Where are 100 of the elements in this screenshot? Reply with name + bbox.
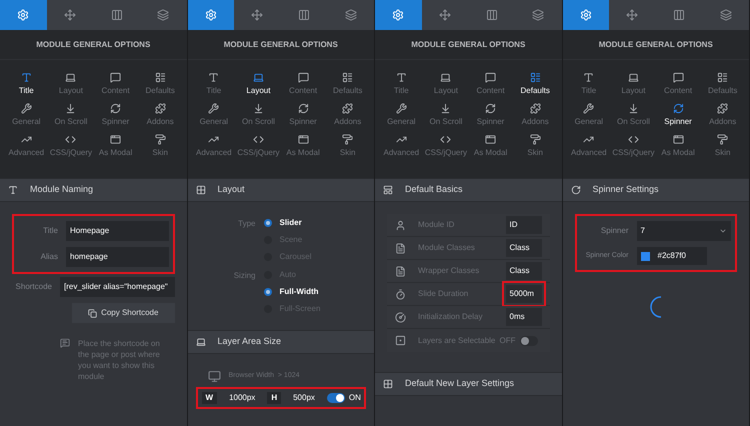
option-tab[interactable]: Spinner	[93, 103, 138, 128]
option-tab[interactable]: Spinner	[468, 103, 513, 128]
option-tab[interactable]: As Modal	[93, 134, 138, 159]
panel-tab[interactable]	[188, 0, 234, 30]
download-icon	[65, 103, 76, 114]
section-header[interactable]: Spinner Settings	[562, 178, 749, 202]
option-tab[interactable]: Addons	[512, 103, 558, 128]
option-tab[interactable]: Advanced	[379, 134, 424, 159]
copy-icon	[88, 308, 98, 318]
section-header[interactable]: Default New Layer Settings	[375, 372, 562, 396]
setting-value-field[interactable]: 0ms	[506, 308, 542, 326]
option-tab[interactable]: As Modal	[468, 134, 513, 159]
option-tab[interactable]: On Scroll	[611, 103, 656, 128]
option-tab[interactable]: Addons	[138, 103, 182, 128]
toggle-switch[interactable]	[326, 393, 345, 403]
option-tab[interactable]: Addons	[325, 103, 370, 128]
section-header[interactable]: Default Basics	[375, 178, 562, 202]
option-tab[interactable]: Advanced	[192, 134, 236, 159]
section-header[interactable]: Module Naming	[0, 178, 186, 202]
section-header[interactable]: Layer Area Size	[188, 330, 374, 354]
settings-icon	[580, 9, 592, 21]
setting-value-field[interactable]: 5000m	[506, 285, 542, 303]
option-tab[interactable]: Content	[93, 72, 138, 97]
option-tab[interactable]: Layout	[611, 72, 656, 97]
option-tab[interactable]: Skin	[325, 134, 370, 159]
option-tab[interactable]: Skin	[700, 134, 745, 159]
option-tab[interactable]: On Scroll	[236, 103, 281, 128]
spinner-select[interactable]: 7	[636, 221, 731, 241]
move-icon	[626, 9, 638, 21]
note-text: Place the shortcode on the page or post where you want to show this module	[78, 338, 161, 382]
code-icon	[252, 134, 264, 145]
option-tab[interactable]: As Modal	[280, 134, 326, 159]
option-tab[interactable]: General	[4, 103, 49, 128]
note-icon	[60, 338, 70, 348]
option-tab[interactable]: Spinner	[656, 103, 700, 128]
option-tab[interactable]: Defaults	[512, 72, 558, 97]
option-tab[interactable]: Defaults	[325, 72, 370, 97]
download-icon	[628, 103, 639, 114]
columns-icon	[673, 9, 686, 21]
option-tab[interactable]: Defaults	[700, 72, 745, 97]
width-field[interactable]: 1000px	[221, 392, 264, 404]
option-tab[interactable]: Content	[280, 72, 326, 97]
option-tab[interactable]: Defaults	[138, 72, 182, 97]
option-tab[interactable]: Content	[656, 72, 700, 97]
option-tab[interactable]: Advanced	[4, 134, 49, 159]
option-tab[interactable]: As Modal	[656, 134, 700, 159]
caret-icon	[719, 227, 727, 235]
paint-roller-icon	[717, 134, 728, 145]
setting-value-field[interactable]: Class	[506, 262, 542, 280]
option-tab[interactable]: General	[566, 103, 612, 128]
code-icon	[628, 134, 639, 145]
download-icon	[440, 103, 452, 114]
refresh-icon	[110, 103, 122, 114]
chat-icon	[110, 72, 122, 83]
option-tab[interactable]: CSS/jQuery	[611, 134, 656, 159]
setting-value-field[interactable]: Class	[506, 239, 542, 257]
radio-option[interactable]: Slider	[264, 217, 312, 229]
option-tab[interactable]: Skin	[512, 134, 558, 159]
option-tab[interactable]: On Scroll	[48, 103, 94, 128]
option-tab[interactable]: Advanced	[566, 134, 612, 159]
panel-icon	[383, 185, 393, 195]
option-tab[interactable]: CSS/jQuery	[424, 134, 468, 159]
text-icon	[396, 72, 407, 83]
radio-option[interactable]: Full-Width	[264, 286, 320, 298]
text-field[interactable]: [rev_slider alias="homepage"	[60, 277, 174, 297]
text-field[interactable]: homepage	[66, 247, 168, 267]
field-label: Title	[42, 225, 58, 237]
text-field[interactable]: Homepage	[66, 221, 168, 241]
option-tab[interactable]: Content	[468, 72, 513, 97]
option-tab[interactable]: Title	[379, 72, 424, 97]
layers-icon	[720, 9, 732, 21]
section-header[interactable]: Layout	[188, 178, 374, 202]
refresh-icon	[570, 185, 580, 195]
copy-shortcode-button[interactable]: Copy Shortcode	[72, 303, 174, 323]
option-tab[interactable]: Layout	[424, 72, 468, 97]
option-tab[interactable]: Addons	[700, 103, 745, 128]
paint-roller-icon	[342, 134, 354, 145]
option-tab[interactable]: Title	[566, 72, 612, 97]
option-tab[interactable]: General	[379, 103, 424, 128]
option-tab[interactable]: Layout	[48, 72, 94, 97]
height-field[interactable]: 500px	[285, 392, 323, 404]
toggle-label: ON	[348, 392, 361, 404]
option-tab[interactable]: Skin	[138, 134, 182, 159]
option-tab[interactable]: General	[192, 103, 236, 128]
panel-tab[interactable]	[562, 0, 610, 30]
laptop-icon	[628, 72, 639, 83]
window-icon	[485, 134, 496, 145]
setting-value-field[interactable]: ID	[506, 216, 542, 234]
color-field[interactable]: #2c87f0	[636, 247, 706, 265]
grid-icon	[383, 379, 393, 389]
setting-label: Module ID	[418, 219, 456, 231]
option-tab[interactable]: On Scroll	[424, 103, 468, 128]
toggle-switch[interactable]	[520, 336, 538, 346]
option-tab[interactable]: Title	[4, 72, 49, 97]
option-tab[interactable]: Layout	[236, 72, 281, 97]
chat-icon	[298, 72, 309, 83]
option-tab[interactable]: CSS/jQuery	[236, 134, 281, 159]
option-tab[interactable]: CSS/jQuery	[48, 134, 94, 159]
option-tab[interactable]: Title	[192, 72, 236, 97]
option-tab[interactable]: Spinner	[280, 103, 326, 128]
